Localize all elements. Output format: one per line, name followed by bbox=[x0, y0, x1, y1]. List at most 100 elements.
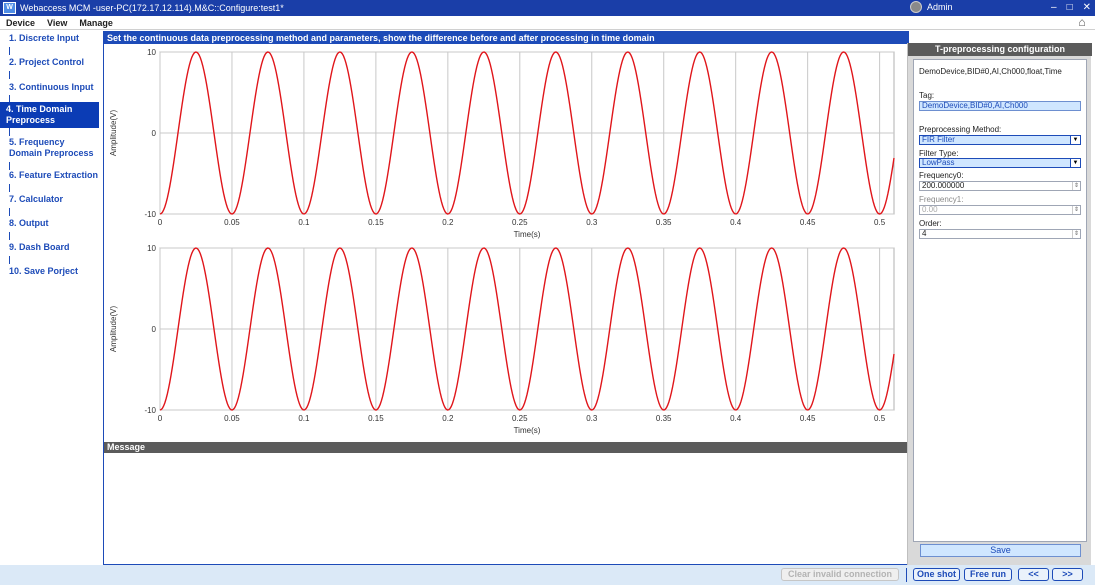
nav-connector bbox=[9, 71, 10, 79]
one-shot-button[interactable]: One shot bbox=[913, 568, 960, 581]
waveform-chart-after: 0 0.05 0.1 0.15 0.2 0.25 0.3 0.35 0.4 0.45 0.5100-… bbox=[109, 244, 895, 435]
nav-connector bbox=[9, 208, 10, 216]
filter-type-select[interactable]: LowPass ▼ bbox=[919, 158, 1081, 168]
x-tick-label: 0.1 bbox=[298, 414, 310, 423]
main-panel: Set the continuous data preprocessing me… bbox=[103, 31, 909, 565]
y-tick-label: 10 bbox=[147, 48, 156, 57]
user-name: Admin bbox=[927, 2, 953, 12]
frequency0-value: 200.000000 bbox=[922, 181, 965, 190]
x-tick-label: 0 bbox=[158, 218, 163, 227]
nav-connector bbox=[9, 47, 10, 55]
nav-discrete-input[interactable]: 1. Discrete Input bbox=[4, 33, 100, 44]
window-controls: – □ ✕ bbox=[1051, 0, 1091, 16]
frequency0-label: Frequency0: bbox=[919, 171, 964, 180]
y-tick-label: -10 bbox=[144, 210, 156, 219]
x-tick-label: 0.3 bbox=[586, 218, 598, 227]
divider bbox=[906, 568, 907, 582]
x-tick-label: 0.15 bbox=[368, 218, 384, 227]
main-header: Set the continuous data preprocessing me… bbox=[104, 32, 908, 44]
channel-label: DemoDevice,BID#0,AI,Ch000,float,Time bbox=[919, 67, 1062, 76]
nav-connector bbox=[9, 162, 10, 170]
clear-invalid-connection-button[interactable]: Clear invalid connection bbox=[781, 568, 899, 581]
menu-device[interactable]: Device bbox=[0, 18, 41, 28]
order-value: 4 bbox=[922, 229, 927, 238]
nav-connector bbox=[9, 232, 10, 240]
message-area bbox=[104, 453, 908, 564]
x-tick-label: 0.1 bbox=[298, 218, 310, 227]
user-info[interactable]: Admin bbox=[910, 1, 953, 13]
x-tick-label: 0.05 bbox=[224, 218, 240, 227]
save-button[interactable]: Save bbox=[920, 544, 1081, 557]
nav-frequency-domain-preprocess[interactable]: 5. Frequency Domain Preprocess bbox=[4, 137, 100, 159]
x-tick-label: 0.35 bbox=[656, 218, 672, 227]
x-tick-label: 0.35 bbox=[656, 414, 672, 423]
x-tick-label: 0.15 bbox=[368, 414, 384, 423]
y-tick-label: 10 bbox=[147, 244, 156, 253]
x-tick-label: 0.2 bbox=[442, 218, 454, 227]
y-tick-label: 0 bbox=[152, 325, 157, 334]
message-header: Message bbox=[104, 442, 908, 453]
method-label: Preprocessing Method: bbox=[919, 125, 1002, 134]
filter-type-label: Filter Type: bbox=[919, 149, 959, 158]
frequency0-input[interactable]: 200.000000 ⇕ bbox=[919, 181, 1081, 191]
x-tick-label: 0.3 bbox=[586, 414, 598, 423]
config-header: T-preprocessing configuration bbox=[908, 43, 1092, 56]
frequency1-input: 0.00 ⇕ bbox=[919, 205, 1081, 215]
x-tick-label: 0 bbox=[158, 414, 163, 423]
close-button[interactable]: ✕ bbox=[1083, 0, 1091, 16]
y-tick-label: -10 bbox=[144, 406, 156, 415]
nav-connector bbox=[9, 184, 10, 192]
nav-calculator[interactable]: 7. Calculator bbox=[4, 194, 100, 205]
title-bar: W Webaccess MCM -user-PC(172.17.12.114).… bbox=[0, 0, 1095, 16]
x-tick-label: 0.25 bbox=[512, 218, 528, 227]
spin-icon[interactable]: ⇕ bbox=[1072, 230, 1080, 238]
minimize-button[interactable]: – bbox=[1051, 0, 1057, 16]
spin-icon: ⇕ bbox=[1072, 206, 1080, 214]
x-tick-label: 0.45 bbox=[800, 218, 816, 227]
x-tick-label: 0.25 bbox=[512, 414, 528, 423]
waveform-chart-before: 0 0.05 0.1 0.15 0.2 0.25 0.3 0.35 0.4 0.45 0.5100-… bbox=[109, 48, 895, 239]
menu-view[interactable]: View bbox=[41, 18, 73, 28]
previous-button[interactable]: << bbox=[1018, 568, 1049, 581]
method-select[interactable]: FIR Filter ▼ bbox=[919, 135, 1081, 145]
x-tick-label: 0.05 bbox=[224, 414, 240, 423]
method-value: FIR Filter bbox=[922, 135, 955, 144]
tag-label: Tag: bbox=[919, 91, 935, 100]
x-tick-label: 0.5 bbox=[874, 414, 886, 423]
y-tick-label: 0 bbox=[152, 129, 157, 138]
menu-manage[interactable]: Manage bbox=[73, 18, 119, 28]
x-axis-label: Time(s) bbox=[514, 426, 541, 435]
nav-save-project[interactable]: 10. Save Porject bbox=[4, 266, 100, 277]
free-run-button[interactable]: Free run bbox=[964, 568, 1012, 581]
frequency1-value: 0.00 bbox=[922, 205, 938, 214]
x-tick-label: 0.45 bbox=[800, 414, 816, 423]
app-icon: W bbox=[3, 2, 16, 14]
order-label: Order: bbox=[919, 219, 942, 228]
tag-field[interactable]: DemoDevice,BID#0,AI,Ch000 bbox=[919, 101, 1081, 111]
nav-feature-extraction[interactable]: 6. Feature Extraction bbox=[4, 170, 100, 181]
bottom-bar: Clear invalid connection One shot Free r… bbox=[0, 565, 1095, 585]
nav-continuous-input[interactable]: 3. Continuous Input bbox=[4, 82, 100, 93]
chevron-down-icon[interactable]: ▼ bbox=[1070, 136, 1080, 144]
y-axis-label: Amplitude(V) bbox=[109, 110, 118, 157]
config-card: DemoDevice,BID#0,AI,Ch000,float,Time Tag… bbox=[913, 59, 1087, 542]
window-title: Webaccess MCM -user-PC(172.17.12.114).M&… bbox=[20, 3, 284, 13]
nav-time-domain-preprocess[interactable]: 4. Time Domain Preprocess bbox=[0, 102, 99, 128]
chevron-down-icon[interactable]: ▼ bbox=[1070, 159, 1080, 167]
spin-icon[interactable]: ⇕ bbox=[1072, 182, 1080, 190]
nav-connector bbox=[9, 128, 10, 136]
next-button[interactable]: >> bbox=[1052, 568, 1083, 581]
nav-project-control[interactable]: 2. Project Control bbox=[4, 57, 100, 68]
nav-output[interactable]: 8. Output bbox=[4, 218, 100, 229]
frequency1-label: Frequency1: bbox=[919, 195, 964, 204]
nav-dash-board[interactable]: 9. Dash Board bbox=[4, 242, 100, 253]
home-icon[interactable]: ⌂ bbox=[1075, 16, 1089, 29]
chart-before-processing: 0 0.05 0.1 0.15 0.2 0.25 0.3 0.35 0.4 0.45 0.5 10 0-… bbox=[104, 44, 908, 244]
maximize-button[interactable]: □ bbox=[1067, 0, 1073, 16]
x-tick-label: 0.4 bbox=[730, 414, 742, 423]
user-avatar-icon bbox=[910, 1, 922, 13]
nav-connector bbox=[9, 256, 10, 264]
menu-bar: Device View Manage ⌂ bbox=[0, 16, 1095, 30]
order-input[interactable]: 4 ⇕ bbox=[919, 229, 1081, 239]
config-panel: T-preprocessing configuration DemoDevice… bbox=[907, 43, 1092, 565]
